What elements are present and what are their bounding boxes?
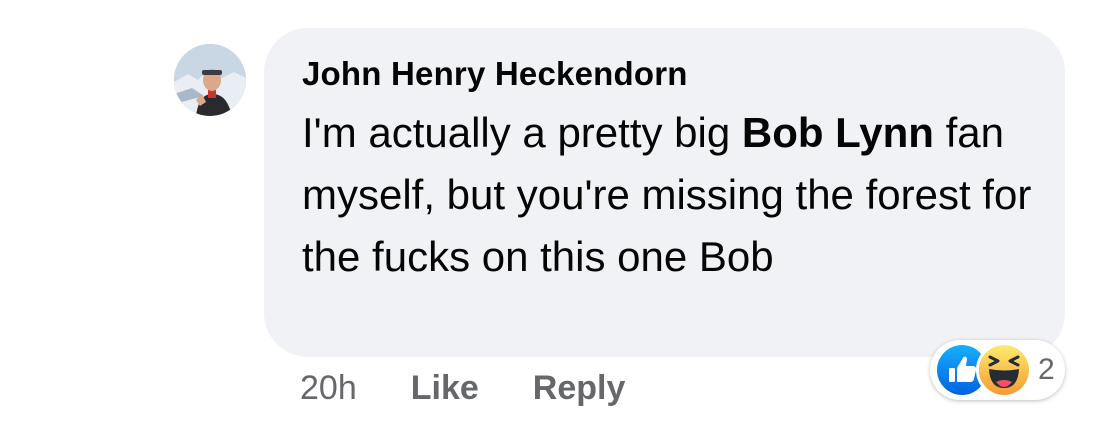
comment-author[interactable]: John Henry Heckendorn [302,54,1029,94]
reply-button[interactable]: Reply [533,369,626,408]
avatar[interactable] [174,44,246,116]
comment-actions: 20h Like Reply [300,366,679,410]
avatar-photo-icon [174,44,246,116]
comment-timestamp[interactable]: 20h [300,369,357,408]
comment-bubble: John Henry Heckendorn I'm actually a pre… [264,28,1065,357]
reaction-count: 2 [1038,353,1055,386]
like-button[interactable]: Like [411,369,479,408]
haha-icon [976,342,1032,398]
comment-text: I'm actually a pretty big Bob Lynn fan m… [302,102,1042,288]
comment-text-part: I'm actually a pretty big [302,109,742,156]
reactions-summary[interactable]: 2 [930,340,1065,400]
mention-link[interactable]: Bob Lynn [742,109,934,156]
comment-container: John Henry Heckendorn I'm actually a pre… [0,0,1101,447]
